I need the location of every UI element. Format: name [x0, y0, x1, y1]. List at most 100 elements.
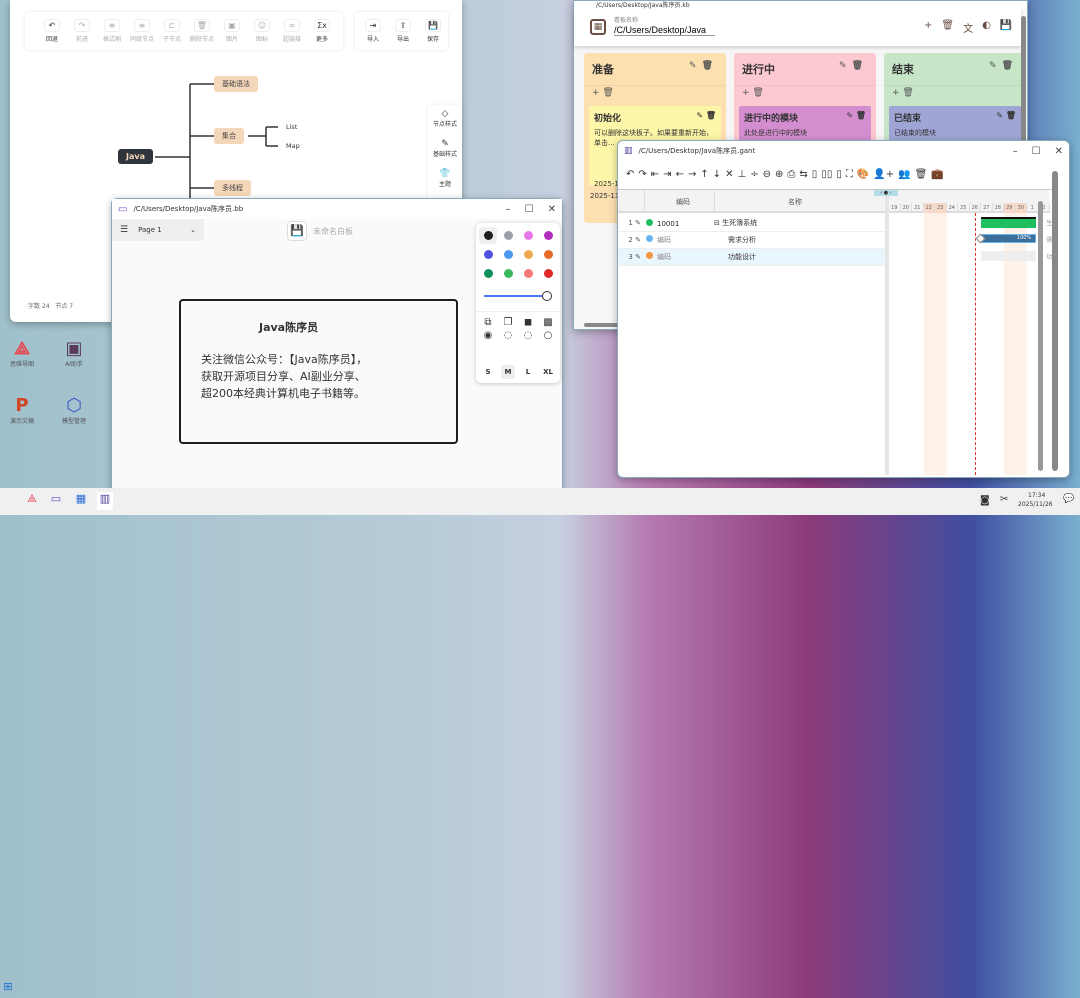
gantt-tool-icon[interactable]: ⇤: [651, 169, 659, 180]
mindmap-node[interactable]: 多线程: [214, 180, 251, 196]
gantt-tool-icon[interactable]: ↓: [713, 169, 721, 180]
gantt-tool-icon[interactable]: ⊕: [775, 169, 783, 180]
start-icon[interactable]: ⊞: [0, 980, 16, 998]
color-swatch[interactable]: [479, 246, 497, 263]
edit-delete-icons[interactable]: ✎🗑: [689, 61, 718, 77]
color-swatch[interactable]: [539, 227, 557, 244]
taskbar-app-kanban[interactable]: ▦: [73, 492, 89, 510]
gantt-tool-icon[interactable]: ←: [676, 169, 684, 180]
gantt-tool-icon[interactable]: ⊖: [763, 169, 771, 180]
gantt-tool-icon[interactable]: 🎨: [857, 169, 869, 180]
card-edit-icons[interactable]: ✎ 🗑: [696, 111, 716, 124]
dash-draw-icon[interactable]: ◌: [504, 330, 513, 341]
mindmap-root-node[interactable]: Java: [118, 149, 153, 164]
clock-time[interactable]: 17:34: [1028, 492, 1045, 499]
gantt-tool-icon[interactable]: ⇆: [799, 169, 807, 180]
close-button[interactable]: ✕: [1055, 146, 1063, 157]
color-swatch[interactable]: [519, 227, 537, 244]
taskbar-app-gantt[interactable]: ▥: [97, 492, 113, 510]
gantt-tool-icon[interactable]: 💼: [931, 169, 943, 180]
notification-icon[interactable]: 💬: [1063, 494, 1074, 504]
task-bar-empty[interactable]: [981, 251, 1037, 261]
close-button[interactable]: ✕: [548, 204, 556, 215]
desktop-icon[interactable]: P 演示文稿: [0, 395, 44, 425]
gantt-tool-icon[interactable]: 👤+: [873, 169, 894, 180]
save-button[interactable]: 💾: [287, 221, 307, 241]
minimize-button[interactable]: –: [1013, 146, 1018, 157]
add-icon[interactable]: +: [924, 20, 932, 35]
card-edit-icons[interactable]: ✎ 🗑: [846, 111, 866, 124]
gantt-tool-icon[interactable]: ⇥: [663, 169, 671, 180]
gantt-scrollbar[interactable]: [1052, 171, 1058, 471]
gantt-tool-icon[interactable]: →: [688, 169, 696, 180]
gantt-tool-icon[interactable]: ✕: [725, 169, 733, 180]
edit-delete-icons[interactable]: ✎🗑: [989, 61, 1018, 77]
color-swatch[interactable]: [499, 227, 517, 244]
color-swatch[interactable]: [519, 246, 537, 263]
translate-icon[interactable]: 文: [963, 20, 973, 35]
theme-icon[interactable]: ◐: [982, 20, 991, 35]
gantt-chart-scrollbar[interactable]: [1038, 201, 1043, 471]
gantt-tool-icon[interactable]: ↶: [626, 169, 634, 180]
gantt-tool-icon[interactable]: 👥: [898, 169, 910, 180]
mindmap-node[interactable]: 集合: [214, 128, 244, 144]
color-swatch[interactable]: [479, 227, 497, 244]
gantt-tool-icon[interactable]: ▯▯: [821, 169, 832, 180]
edit-delete-icons[interactable]: ✎🗑: [839, 61, 868, 77]
dash-solid-icon[interactable]: ◉: [484, 330, 493, 341]
fill-semi-icon[interactable]: ❐: [504, 317, 513, 328]
size-option[interactable]: M: [500, 365, 516, 379]
gantt-tool-icon[interactable]: ⊥: [738, 169, 747, 180]
desktop-icon[interactable]: ⟁ 思维导图: [0, 338, 44, 368]
gantt-tool-icon[interactable]: ↑: [700, 169, 708, 180]
color-swatch[interactable]: [499, 265, 517, 282]
timeline-nav[interactable]: ‹ ● ›: [874, 190, 898, 196]
edit-icon[interactable]: ✎: [635, 219, 641, 227]
opacity-slider[interactable]: [484, 291, 552, 301]
color-swatch[interactable]: [499, 246, 517, 263]
table-row[interactable]: 2 ✎ 编码 需求分析: [618, 232, 885, 249]
fill-none-icon[interactable]: ⧉: [484, 317, 491, 328]
fill-solid-icon[interactable]: ◼: [524, 317, 532, 328]
size-option[interactable]: XL: [539, 365, 557, 379]
mindmap-node[interactable]: 基础语法: [214, 76, 258, 92]
edit-icon[interactable]: ✎: [635, 236, 641, 244]
header-name[interactable]: 名称: [788, 197, 802, 207]
gantt-tool-icon[interactable]: 🗑: [915, 169, 928, 180]
board-name-field[interactable]: 未命名白板: [313, 226, 353, 237]
color-swatch[interactable]: [539, 265, 557, 282]
board-name-input[interactable]: [614, 25, 715, 36]
table-row[interactable]: 1 ✎ 10001 ⊟ 生死簿系统: [618, 215, 885, 232]
text-card[interactable]: Java陈序员 关注微信公众号：【Java陈序员】， 获取开源项目分享、AI副业分…: [179, 299, 458, 444]
gantt-splitter[interactable]: [885, 190, 889, 475]
gantt-tool-icon[interactable]: ⛶: [846, 169, 853, 180]
maximize-button[interactable]: ☐: [1032, 146, 1041, 157]
gantt-tool-icon[interactable]: ▯: [812, 169, 818, 180]
gantt-tool-icon[interactable]: ÷: [750, 169, 758, 180]
minimize-button[interactable]: –: [506, 204, 511, 215]
size-option[interactable]: L: [522, 365, 534, 379]
gantt-tool-icon[interactable]: ↷: [638, 169, 646, 180]
color-swatch[interactable]: [539, 246, 557, 263]
taskbar-app-whiteboard[interactable]: ▭: [48, 492, 64, 510]
dash-dotted-icon[interactable]: ◌: [524, 330, 533, 341]
card-edit-icons[interactable]: ✎ 🗑: [996, 111, 1016, 124]
color-swatch[interactable]: [479, 265, 497, 282]
page-selector[interactable]: ☰ Page 1 ⌄: [112, 219, 204, 241]
gantt-tool-icon[interactable]: ▯: [836, 169, 842, 180]
add-card-icons[interactable]: + 🗑: [884, 85, 1026, 100]
gantt-tool-icon[interactable]: ⎙: [787, 169, 795, 180]
add-card-icons[interactable]: + 🗑: [734, 85, 876, 100]
save-icon[interactable]: 💾: [1000, 20, 1012, 35]
taskbar-app-mindmap[interactable]: ⟁: [24, 492, 40, 510]
group-bar[interactable]: [981, 217, 1037, 228]
edit-icon[interactable]: ✎: [635, 253, 641, 261]
screenshot-icon[interactable]: ◙: [980, 495, 990, 506]
color-swatch[interactable]: [519, 265, 537, 282]
mindmap-leaf[interactable]: Map: [286, 142, 300, 150]
collapse-icon[interactable]: ⊟: [714, 219, 720, 227]
trash-icon[interactable]: 🗑: [941, 20, 954, 35]
menu-icon[interactable]: ☰: [120, 225, 128, 235]
clock-date[interactable]: 2025/11/26: [1018, 501, 1053, 508]
desktop-icon[interactable]: ⬡ 模型管理: [52, 395, 96, 425]
